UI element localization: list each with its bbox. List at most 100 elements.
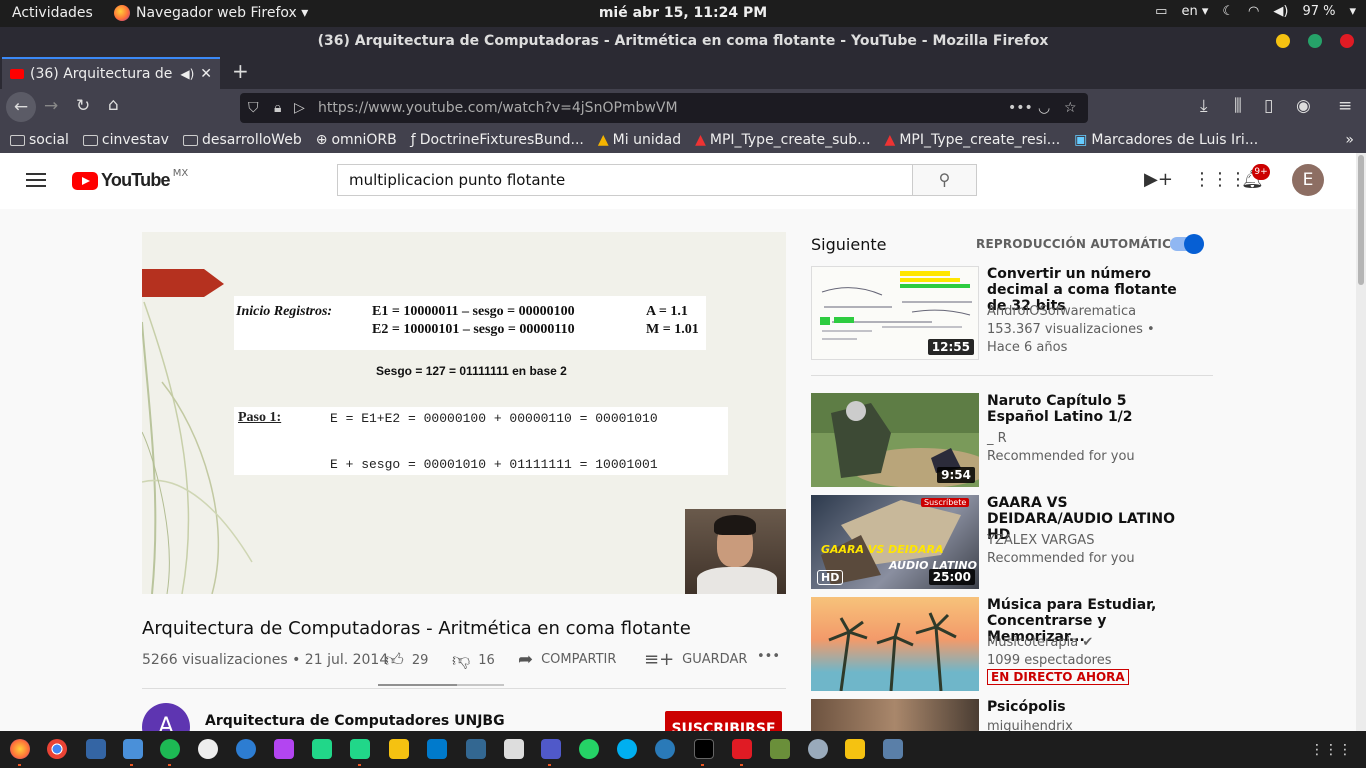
image-viewer-launcher-icon[interactable] (770, 739, 790, 759)
bookmark-item[interactable]: ▲ Mi unidad (598, 132, 681, 148)
whatsapp-launcher-icon[interactable] (579, 739, 599, 759)
dislike-button[interactable]: 👎︎ 16 (452, 649, 495, 671)
share-button[interactable]: ➦ COMPARTIR (518, 649, 616, 670)
bookmark-item[interactable]: ▲ MPI_Type_create_resi... (885, 132, 1061, 148)
create-video-icon[interactable]: ▶︎+ (1144, 169, 1173, 190)
video-player[interactable]: Inicio Registros: E1 = 10000011 – sesgo … (142, 232, 786, 594)
more-actions-button[interactable]: ••• (757, 649, 780, 664)
page-actions-icon[interactable]: ••• (1008, 93, 1033, 123)
tab-youtube[interactable]: (36) Arquitectura de Co ◀) ✕ (2, 57, 220, 89)
search-button[interactable]: ⚲ (912, 164, 977, 196)
bookmark-folder[interactable]: social (10, 132, 69, 148)
url-text[interactable]: https://www.youtube.com/watch?v=4jSnOPmb… (318, 100, 678, 116)
postgres-launcher-icon[interactable] (466, 739, 486, 759)
bookmark-folder[interactable]: desarrolloWeb (182, 132, 302, 148)
channel-name[interactable]: _ R (987, 431, 1007, 446)
language-selector[interactable]: en ▾ (1181, 4, 1208, 19)
channel-avatar[interactable]: A (142, 703, 190, 731)
page-scrollbar[interactable] (1356, 153, 1366, 731)
system-tray[interactable]: ▭ en ▾ ☾ ◠ ◀) 97 % ▾ (1155, 4, 1356, 19)
forward-button[interactable]: → (44, 96, 58, 116)
home-button[interactable]: ⌂ (108, 95, 119, 115)
maximize-button[interactable] (1308, 34, 1322, 48)
more-icon: ••• (757, 649, 781, 664)
autoplay-blocked-icon[interactable]: ▷ (294, 93, 305, 123)
firefox-launcher-icon[interactable] (10, 739, 30, 759)
save-button[interactable]: ≡+ GUARDAR (644, 649, 747, 670)
more-bookmarks-button[interactable]: » (1345, 132, 1354, 148)
network-launcher-icon[interactable] (808, 739, 828, 759)
viewer-count: 1099 espectadores (987, 653, 1112, 668)
apps-grid-icon[interactable]: ⋮⋮⋮ (1193, 169, 1247, 190)
video-thumbnail[interactable]: Suscríbete GAARA VS DEIDARA AUDIO LATINO… (811, 495, 979, 589)
lock-icon[interactable]: 🔒︎ (274, 93, 281, 123)
new-tab-button[interactable]: + (232, 59, 249, 83)
tex-launcher-icon[interactable] (655, 739, 675, 759)
skype-launcher-icon[interactable] (617, 739, 637, 759)
reload-button[interactable]: ↻ (76, 96, 90, 116)
subscribe-button[interactable]: SUSCRIBIRSE (665, 711, 782, 731)
recorder-launcher-icon[interactable] (732, 739, 752, 759)
teams-launcher-icon[interactable] (541, 739, 561, 759)
spotify-launcher-icon[interactable] (160, 739, 180, 759)
scrollbar-thumb[interactable] (1358, 155, 1364, 285)
bookmark-star-icon[interactable]: ☆ (1064, 93, 1077, 123)
channel-name[interactable]: YZALEX VARGAS (987, 533, 1094, 548)
minimize-button[interactable] (1276, 34, 1290, 48)
account-icon[interactable]: ◉ (1296, 96, 1311, 116)
remote-desktop-launcher-icon[interactable] (883, 739, 903, 759)
autoplay-toggle[interactable] (1170, 234, 1204, 254)
clion-launcher-icon[interactable] (312, 739, 332, 759)
channel-name[interactable]: miguihendrix (987, 719, 1073, 731)
video-thumbnail[interactable]: 12:55 (811, 266, 979, 360)
app-store-launcher-icon[interactable] (236, 739, 256, 759)
video-thumbnail[interactable]: 9:54 (811, 393, 979, 487)
channel-name[interactable]: Arquitectura de Computadores UNJBG (205, 713, 505, 729)
package-launcher-icon[interactable] (389, 739, 409, 759)
guide-menu-icon[interactable] (26, 173, 46, 187)
downloads-icon[interactable]: ⤓ (1200, 96, 1208, 116)
back-button[interactable]: ← (6, 92, 36, 122)
recommended-video[interactable]: 9:54 Naruto Capítulo 5 Español Latino 1/… (811, 393, 1213, 487)
library-icon[interactable]: ⫼ (1234, 96, 1242, 116)
bookmark-folder[interactable]: cinvestav (82, 132, 169, 148)
youtube-logo[interactable]: YouTube MX (72, 168, 188, 191)
video-player-launcher-icon[interactable] (198, 739, 218, 759)
sidebar-icon[interactable]: ▯ (1264, 96, 1273, 116)
recommended-video[interactable]: Psicópolis miguihendrix (811, 699, 1213, 731)
close-tab-icon[interactable]: ✕ (200, 66, 212, 82)
bookmark-item[interactable]: ▲ MPI_Type_create_sub... (695, 132, 870, 148)
url-bar[interactable]: ⛉ 🔒︎ ▷ https://www.youtube.com/watch?v=4… (240, 93, 1088, 123)
channel-name[interactable]: AndroIOSofwarematica (987, 304, 1136, 319)
pocket-icon[interactable]: ◡ (1038, 93, 1050, 123)
channel-name[interactable]: Musicoterapia ✔ (987, 635, 1093, 650)
like-button[interactable]: 👍︎ 29 (385, 649, 428, 671)
speaker-icon[interactable]: ◀) (180, 67, 194, 81)
chat-icon[interactable]: ▭ (1155, 4, 1167, 19)
menu-icon[interactable]: ≡ (1338, 96, 1352, 116)
terminal-launcher-icon[interactable] (694, 739, 714, 759)
text-editor-launcher-icon[interactable] (86, 739, 106, 759)
video-title[interactable]: Naruto Capítulo 5 Español Latino 1/2 (987, 393, 1187, 425)
bookmark-item[interactable]: ▣ Marcadores de Luis Iri... (1074, 132, 1258, 148)
video-thumbnail[interactable] (811, 699, 979, 731)
files-launcher-icon[interactable] (123, 739, 143, 759)
close-window-button[interactable] (1340, 34, 1354, 48)
video-thumbnail[interactable] (811, 597, 979, 691)
video-title[interactable]: Psicópolis (987, 699, 1187, 715)
pycharm-launcher-icon[interactable] (350, 739, 370, 759)
search-input[interactable]: multiplicacion punto flotante (337, 164, 913, 196)
chrome-launcher-icon[interactable] (47, 739, 67, 759)
phpstorm-launcher-icon[interactable] (274, 739, 294, 759)
show-applications-icon[interactable]: ⋮⋮⋮ (1310, 742, 1352, 758)
shield-icon[interactable]: ⛉ (248, 93, 259, 123)
document-launcher-icon[interactable] (504, 739, 524, 759)
bookmark-item[interactable]: ⊕ omniORB (316, 132, 397, 148)
recommended-video[interactable]: 12:55 Convertir un número decimal a coma… (811, 266, 1213, 360)
recommended-video[interactable]: Suscríbete GAARA VS DEIDARA AUDIO LATINO… (811, 495, 1213, 589)
avatar[interactable]: E (1292, 164, 1324, 196)
recommended-video[interactable]: Música para Estudiar, Concentrarse y Mem… (811, 597, 1213, 691)
diagram-launcher-icon[interactable] (845, 739, 865, 759)
bookmark-item[interactable]: ƒ DoctrineFixturesBund... (411, 132, 584, 148)
vscode-launcher-icon[interactable] (427, 739, 447, 759)
